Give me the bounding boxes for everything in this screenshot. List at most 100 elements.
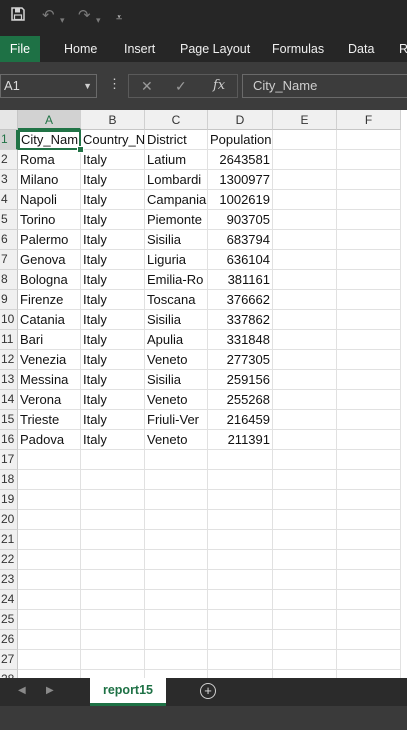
table-cell[interactable]: Italy [81, 230, 145, 250]
save-icon[interactable] [10, 6, 26, 28]
column-header-f[interactable]: F [337, 110, 401, 130]
table-cell[interactable] [337, 230, 401, 250]
table-cell[interactable] [273, 430, 337, 450]
table-cell[interactable] [337, 490, 401, 510]
row-header[interactable]: 4 [0, 190, 18, 210]
table-cell[interactable] [208, 610, 273, 630]
table-cell[interactable] [145, 470, 208, 490]
table-cell[interactable] [337, 290, 401, 310]
table-cell[interactable] [273, 390, 337, 410]
table-cell[interactable] [18, 630, 81, 650]
table-cell[interactable]: Toscana [145, 290, 208, 310]
row-header[interactable]: 21 [0, 530, 18, 550]
row-header[interactable]: 15 [0, 410, 18, 430]
column-header-d[interactable]: D [208, 110, 273, 130]
table-cell[interactable]: Italy [81, 250, 145, 270]
sheet-tab-active[interactable]: report15 [90, 678, 166, 706]
table-cell[interactable] [273, 350, 337, 370]
table-cell[interactable] [81, 470, 145, 490]
table-cell[interactable] [273, 530, 337, 550]
customize-toolbar-icon[interactable]: ⩡ [116, 8, 122, 28]
tab-data[interactable]: Data [348, 36, 374, 62]
table-cell[interactable] [18, 470, 81, 490]
table-cell[interactable]: Genova [18, 250, 81, 270]
table-cell[interactable] [337, 630, 401, 650]
table-cell[interactable] [273, 190, 337, 210]
row-header[interactable]: 5 [0, 210, 18, 230]
row-header[interactable]: 8 [0, 270, 18, 290]
table-cell[interactable] [273, 410, 337, 430]
column-header-a[interactable]: A [18, 110, 81, 130]
table-cell[interactable] [18, 450, 81, 470]
column-header-c[interactable]: C [145, 110, 208, 130]
table-cell[interactable] [18, 610, 81, 630]
table-cell[interactable] [337, 190, 401, 210]
table-cell[interactable] [337, 150, 401, 170]
enter-icon[interactable]: ✓ [175, 75, 187, 97]
table-cell[interactable] [273, 210, 337, 230]
insert-function-icon[interactable]: fx [213, 75, 225, 97]
table-cell[interactable] [273, 250, 337, 270]
row-header[interactable]: 10 [0, 310, 18, 330]
table-cell[interactable] [273, 590, 337, 610]
table-cell[interactable] [81, 670, 145, 678]
table-cell[interactable]: Sisilia [145, 230, 208, 250]
table-cell[interactable] [337, 350, 401, 370]
row-header[interactable]: 7 [0, 250, 18, 270]
table-cell[interactable] [81, 450, 145, 470]
table-cell[interactable] [337, 570, 401, 590]
table-cell[interactable] [145, 510, 208, 530]
table-cell[interactable]: Italy [81, 270, 145, 290]
table-cell[interactable] [337, 370, 401, 390]
row-header[interactable]: 20 [0, 510, 18, 530]
row-header[interactable]: 26 [0, 630, 18, 650]
table-cell[interactable]: 683794 [208, 230, 273, 250]
table-cell[interactable] [81, 510, 145, 530]
table-cell[interactable] [337, 330, 401, 350]
table-cell[interactable] [337, 610, 401, 630]
table-cell[interactable]: Italy [81, 170, 145, 190]
table-cell[interactable] [208, 510, 273, 530]
row-header[interactable]: 6 [0, 230, 18, 250]
table-cell[interactable]: Italy [81, 190, 145, 210]
table-cell[interactable] [337, 430, 401, 450]
table-cell[interactable] [337, 310, 401, 330]
formula-input[interactable]: City_Name [242, 74, 407, 98]
table-cell[interactable] [337, 210, 401, 230]
row-header[interactable]: 11 [0, 330, 18, 350]
tab-insert[interactable]: Insert [124, 36, 155, 62]
table-cell[interactable] [145, 610, 208, 630]
table-cell[interactable] [18, 490, 81, 510]
table-cell[interactable] [273, 130, 337, 150]
table-cell[interactable]: 255268 [208, 390, 273, 410]
table-cell[interactable] [337, 390, 401, 410]
table-cell[interactable]: 1002619 [208, 190, 273, 210]
column-header-e[interactable]: E [273, 110, 337, 130]
table-cell[interactable]: Italy [81, 330, 145, 350]
active-cell[interactable]: City_Nam [18, 130, 81, 150]
scroll-left-icon[interactable]: ◀ [18, 685, 26, 696]
table-cell[interactable]: Napoli [18, 190, 81, 210]
row-header[interactable]: 2 [0, 150, 18, 170]
table-cell[interactable] [273, 490, 337, 510]
table-cell[interactable]: Campania [145, 190, 208, 210]
table-cell[interactable] [18, 590, 81, 610]
table-cell[interactable] [208, 530, 273, 550]
table-cell[interactable] [81, 570, 145, 590]
table-cell[interactable] [273, 470, 337, 490]
table-cell[interactable] [208, 630, 273, 650]
table-cell[interactable] [18, 530, 81, 550]
table-cell[interactable]: Torino [18, 210, 81, 230]
table-cell[interactable]: Sisilia [145, 370, 208, 390]
table-cell[interactable]: Lombardi [145, 170, 208, 190]
table-cell[interactable]: 636104 [208, 250, 273, 270]
table-cell[interactable]: Roma [18, 150, 81, 170]
table-cell[interactable] [145, 630, 208, 650]
table-cell[interactable]: Population [208, 130, 273, 150]
table-cell[interactable] [337, 470, 401, 490]
table-cell[interactable] [337, 130, 401, 150]
table-cell[interactable]: Veneto [145, 390, 208, 410]
table-cell[interactable] [18, 550, 81, 570]
row-header[interactable]: 24 [0, 590, 18, 610]
table-cell[interactable] [145, 490, 208, 510]
